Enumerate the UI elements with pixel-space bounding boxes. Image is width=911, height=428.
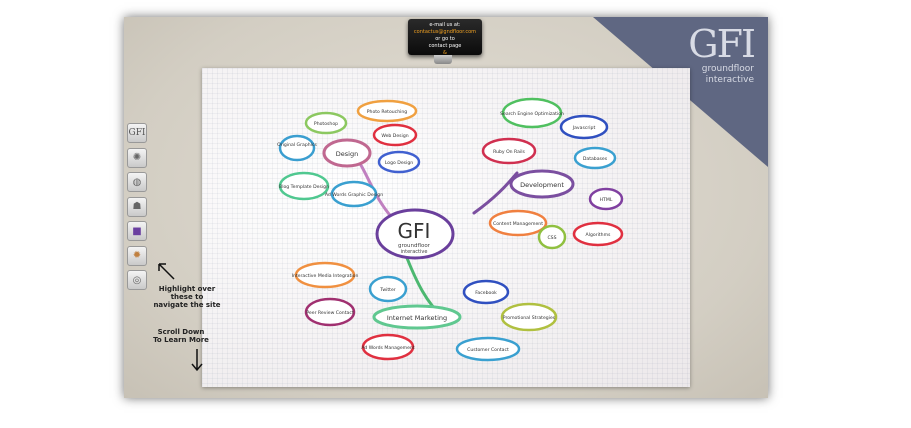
bubble-original-graphics-label: Original Graphics bbox=[277, 142, 317, 148]
nav-disc-icon[interactable]: ◍ bbox=[127, 172, 147, 192]
bubble-ruby-on-rails-label: Ruby On Rails bbox=[493, 149, 525, 155]
nav-gfi-logo-icon[interactable]: GFI bbox=[127, 123, 147, 143]
center-logo-mark: GFI bbox=[398, 219, 431, 243]
nav-compass-icon[interactable]: ◎ bbox=[127, 270, 147, 290]
contact-line1: e-mail us at: bbox=[429, 22, 461, 28]
bubble-original-graphics bbox=[278, 134, 316, 162]
nav-pinwheel-icon[interactable]: ✺ bbox=[127, 147, 147, 168]
navigate-hint-line1: Highlight over bbox=[158, 285, 216, 293]
bubble-blog-template-design-label: Blog Template Design bbox=[279, 184, 329, 190]
bubble-adwords-graphic-design-label: Ad Words Graphic Design bbox=[325, 192, 383, 198]
mindmap-paper: GFI groundfloor interactive Design Photo… bbox=[202, 68, 690, 387]
bubble-photoshop-label: Photoshop bbox=[314, 121, 338, 127]
navigate-hint-line2: these to bbox=[170, 293, 204, 301]
bubble-databases-label: Databases bbox=[583, 156, 608, 162]
paper-clip-icon bbox=[434, 55, 452, 64]
nav-book-icon[interactable]: ■ bbox=[127, 221, 147, 241]
connector-development bbox=[472, 171, 519, 215]
center-logo-line2: interactive bbox=[401, 249, 428, 255]
bubble-peer-review-contact-label: Peer Review Contact bbox=[306, 310, 354, 316]
mindmap: GFI groundfloor interactive Design Photo… bbox=[277, 97, 624, 362]
bubble-algorithms-label: Algorithms bbox=[586, 232, 611, 238]
bubble-logo-design-label: Logo Design bbox=[385, 160, 413, 166]
contact-email-link[interactable]: contactus@gndfloor.com bbox=[408, 29, 482, 36]
contact-line3: or go to bbox=[435, 36, 455, 42]
nav-people-icon[interactable]: ☗ bbox=[127, 196, 147, 217]
nav-globe-icon[interactable]: ✹ bbox=[127, 245, 147, 266]
bubble-seo-label: Search Engine Optimization bbox=[500, 111, 564, 117]
bubble-interactive-media-label: Interactive Media Integration bbox=[292, 273, 359, 279]
bubble-twitter-label: Twitter bbox=[379, 287, 396, 293]
development-hub-label: Development bbox=[520, 181, 564, 189]
bubble-javascript-label: Javascript bbox=[572, 125, 596, 131]
bubble-web-design-label: Web Design bbox=[381, 133, 408, 139]
marketing-hub-label: Internet Marketing bbox=[387, 314, 447, 322]
contact-tag[interactable]: e-mail us at: contactus@gndfloor.com or … bbox=[408, 19, 482, 56]
scroll-hint-line2: To Learn More bbox=[153, 336, 209, 344]
side-nav: GFI ✺ ◍ ☗ ■ ✹ ◎ bbox=[127, 123, 149, 295]
scroll-hint-line1: Scroll Down bbox=[157, 328, 205, 336]
up-arrow-icon bbox=[158, 263, 175, 280]
brand-logo-mark: GFI bbox=[688, 22, 756, 66]
bubble-photo-retouching-label: Photo Retouching bbox=[367, 109, 408, 115]
bubble-html-label: HTML bbox=[600, 197, 613, 203]
scroll-hint: Scroll Down To Learn More bbox=[146, 328, 216, 344]
bubble-adwords-management-label: Ad Words Management bbox=[361, 345, 415, 351]
bubble-customer-contact-label: Customer Contact bbox=[467, 347, 509, 353]
site-frame: GFI groundfloor interactive e-mail us at… bbox=[124, 17, 768, 398]
navigate-hint: Highlight over these to navigate the sit… bbox=[147, 285, 227, 309]
bubble-facebook-label: Facebook bbox=[475, 290, 497, 296]
navigate-hint-line3: navigate the site bbox=[153, 301, 221, 309]
bubble-css-label: CSS bbox=[547, 235, 556, 241]
bubble-promotional-strategies-label: Promotional Strategies bbox=[503, 315, 556, 321]
design-hub-label: Design bbox=[336, 150, 358, 158]
bubble-content-management-label: Content Management bbox=[493, 221, 543, 227]
down-arrow-icon bbox=[191, 349, 203, 372]
contact-page-link[interactable]: contact page bbox=[408, 43, 482, 50]
center-logo[interactable]: GFI groundfloor interactive bbox=[375, 208, 455, 260]
